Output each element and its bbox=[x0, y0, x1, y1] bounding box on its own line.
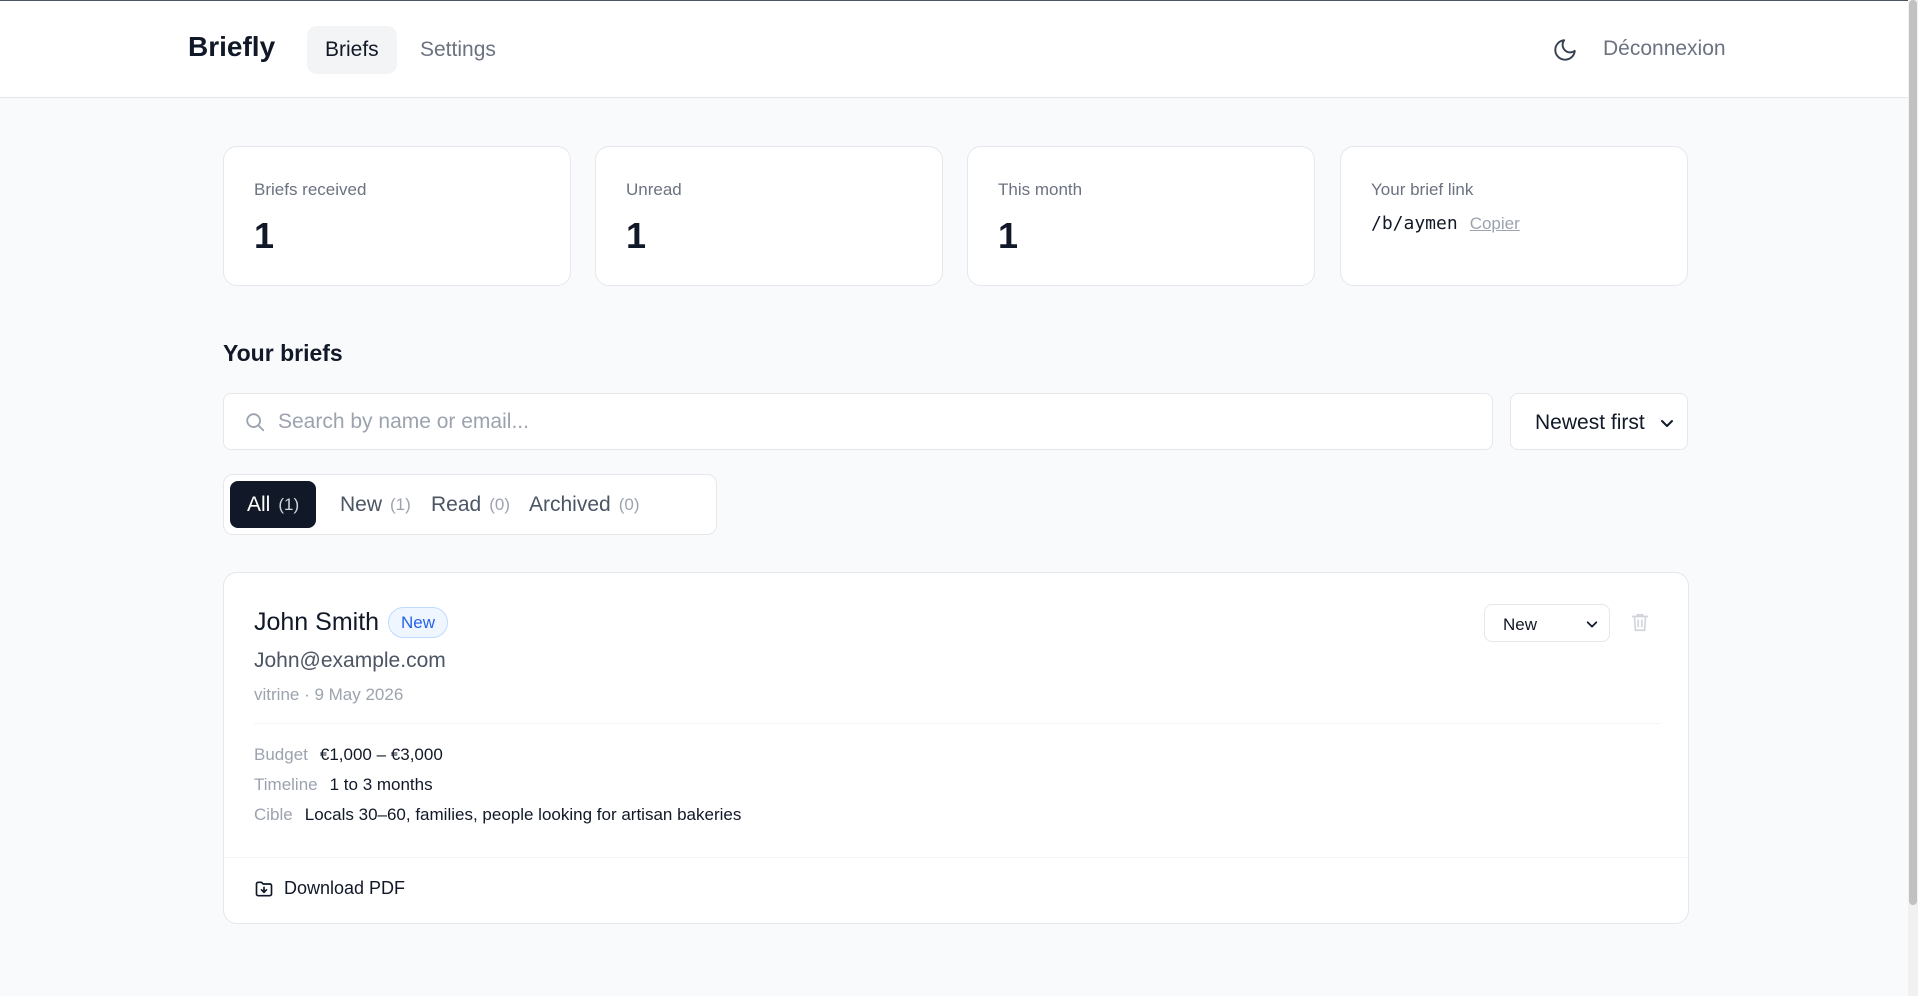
brief-card: John Smith New John@example.com vitrine … bbox=[223, 572, 1689, 924]
filter-tab-label: All bbox=[247, 492, 271, 516]
detail-timeline: Timeline 1 to 3 months bbox=[254, 775, 433, 795]
trash-icon[interactable] bbox=[1629, 611, 1651, 633]
filter-tab-new[interactable]: New (1) bbox=[323, 481, 428, 528]
detail-value: €1,000 – €3,000 bbox=[319, 745, 443, 764]
section-title: Your briefs bbox=[223, 340, 343, 366]
scrollbar[interactable] bbox=[1908, 0, 1918, 996]
filter-tab-read[interactable]: Read (0) bbox=[414, 481, 527, 528]
brand-logo[interactable]: Briefly bbox=[188, 31, 275, 63]
brief-link-row: /b/aymen Copier bbox=[1371, 213, 1520, 234]
search-input[interactable] bbox=[278, 394, 1478, 449]
nav-tab-briefs[interactable]: Briefs bbox=[307, 26, 397, 74]
brief-link-path: /b/aymen bbox=[1371, 213, 1458, 234]
stat-card-month: This month 1 bbox=[967, 146, 1315, 286]
chevron-down-icon bbox=[1586, 621, 1598, 628]
detail-key: Budget bbox=[254, 745, 308, 764]
detail-budget: Budget €1,000 – €3,000 bbox=[254, 745, 443, 765]
filter-tab-count: (1) bbox=[278, 494, 300, 514]
status-selected-value: New bbox=[1503, 615, 1538, 634]
stat-label: Your brief link bbox=[1371, 180, 1474, 199]
sort-selected-value: Newest first bbox=[1535, 411, 1645, 434]
stat-card-received: Briefs received 1 bbox=[223, 146, 571, 286]
search-icon bbox=[246, 413, 265, 432]
filter-tab-label: Archived bbox=[529, 492, 611, 516]
divider bbox=[224, 857, 1688, 858]
status-select[interactable]: New bbox=[1484, 604, 1610, 642]
scrollbar-thumb[interactable] bbox=[1909, 0, 1917, 905]
stat-label: Briefs received bbox=[254, 180, 367, 199]
detail-key: Cible bbox=[254, 805, 293, 824]
divider bbox=[254, 723, 1660, 724]
folder-download-icon bbox=[255, 881, 273, 896]
logout-button[interactable]: Déconnexion bbox=[1603, 37, 1726, 61]
filter-tab-label: Read bbox=[431, 492, 482, 516]
stat-card-brief-link: Your brief link /b/aymen Copier bbox=[1340, 146, 1688, 286]
copy-link-button[interactable]: Copier bbox=[1470, 214, 1520, 234]
download-label: Download PDF bbox=[284, 878, 406, 898]
stat-card-unread: Unread 1 bbox=[595, 146, 943, 286]
moon-icon[interactable] bbox=[1552, 37, 1578, 63]
filter-tab-count: (0) bbox=[489, 494, 510, 514]
nav-tab-settings[interactable]: Settings bbox=[402, 26, 514, 74]
brief-name: John Smith bbox=[254, 608, 380, 636]
status-badge: New bbox=[388, 607, 449, 638]
filter-tab-archived[interactable]: Archived (0) bbox=[512, 481, 656, 528]
search-box bbox=[223, 393, 1493, 450]
brief-meta: vitrine · 9 May 2026 bbox=[254, 685, 404, 704]
filter-tab-count: (1) bbox=[390, 494, 411, 514]
stat-value: 1 bbox=[998, 215, 1019, 256]
detail-value: 1 to 3 months bbox=[329, 775, 433, 794]
filter-tab-label: New bbox=[340, 492, 383, 516]
detail-target: Cible Locals 30–60, families, people look… bbox=[254, 805, 741, 825]
detail-value: Locals 30–60, families, people looking f… bbox=[304, 805, 742, 824]
filter-tab-count: (0) bbox=[618, 494, 640, 514]
filter-tab-all[interactable]: All (1) bbox=[230, 481, 317, 528]
stat-value: 1 bbox=[626, 215, 647, 256]
top-navbar: Briefly Briefs Settings Déconnexion bbox=[0, 0, 1908, 98]
sort-select[interactable]: Newest first bbox=[1510, 393, 1688, 450]
stat-label: Unread bbox=[626, 180, 682, 199]
stat-label: This month bbox=[998, 180, 1083, 199]
chevron-down-icon bbox=[1661, 420, 1673, 427]
detail-key: Timeline bbox=[254, 775, 318, 794]
download-pdf-button[interactable]: Download PDF bbox=[254, 878, 405, 899]
stat-value: 1 bbox=[254, 215, 275, 256]
brief-email: John@example.com bbox=[254, 649, 446, 672]
filter-tabs: All (1) New (1) Read (0) Archived (0) bbox=[223, 474, 717, 535]
